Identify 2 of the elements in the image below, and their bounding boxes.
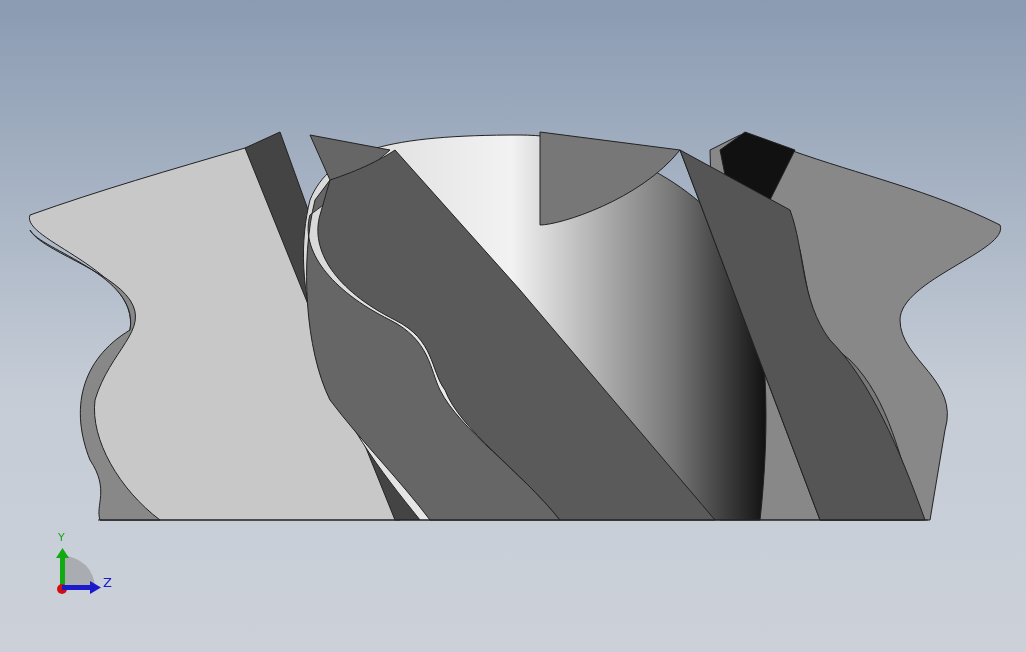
y-axis-label: Y bbox=[58, 531, 65, 544]
z-axis-label: Z bbox=[103, 575, 112, 590]
